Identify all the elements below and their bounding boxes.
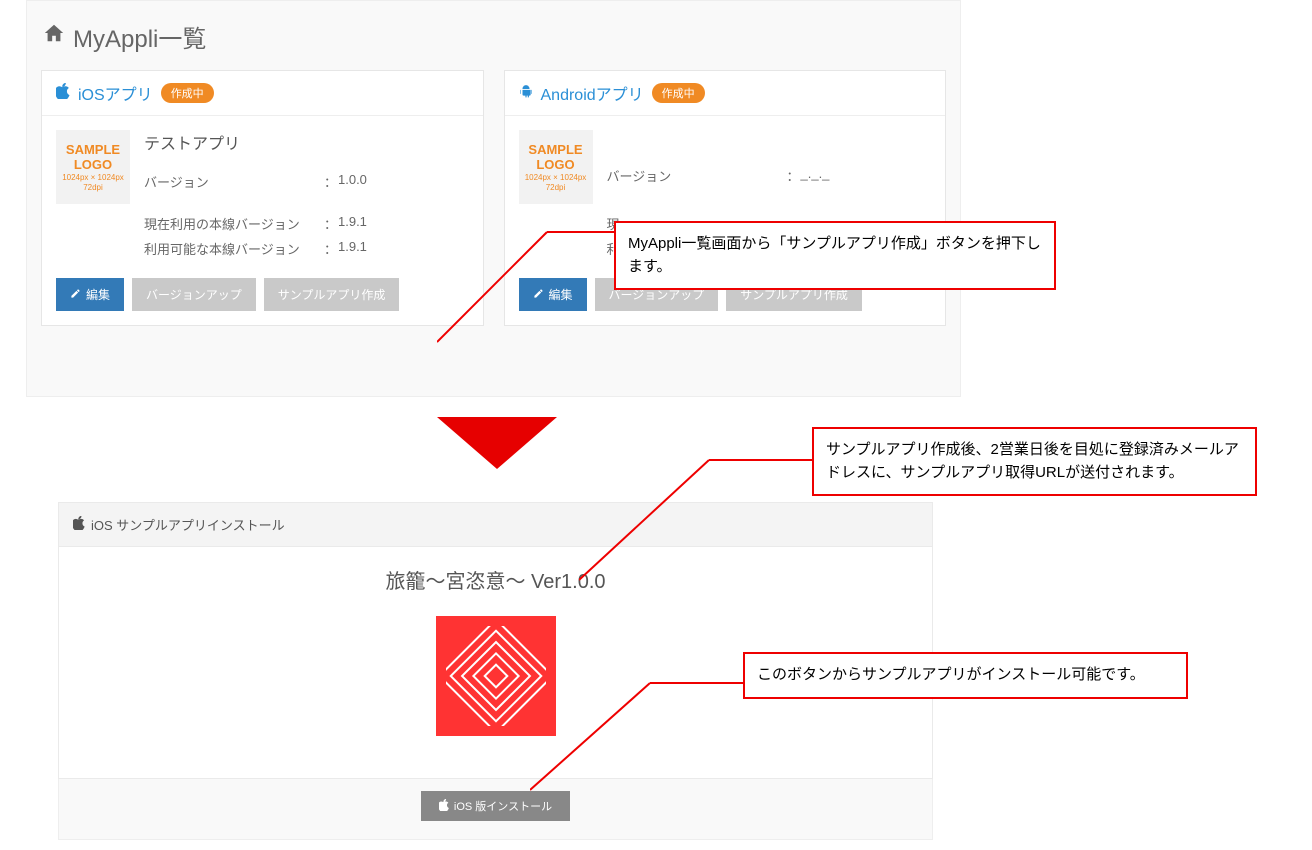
flow-arrow-down-icon: [437, 417, 557, 472]
edit-button[interactable]: 編集: [56, 278, 124, 311]
edit-button[interactable]: 編集: [519, 278, 587, 311]
pencil-icon: [533, 288, 544, 302]
android-heading-link[interactable]: Androidアプリ: [541, 81, 644, 105]
sample-logo: SAMPLE LOGO 1024px × 1024px 72dpi: [56, 130, 130, 204]
install-app-title: 旅籠～宮恣意～ Ver1.0.0: [59, 565, 932, 594]
android-icon: [519, 83, 533, 104]
current-mainline-value: 1.9.1: [338, 214, 367, 233]
ios-heading-link[interactable]: iOSアプリ: [78, 81, 153, 105]
ios-app-card: iOSアプリ 作成中 SAMPLE LOGO 1024px × 1024px 7…: [41, 70, 484, 326]
version-label: バージョン: [144, 172, 324, 191]
create-sample-app-button[interactable]: サンプルアプリ作成: [264, 278, 400, 311]
available-mainline-label: 利用可能な本線バージョン: [144, 239, 324, 258]
ios-card-header: iOSアプリ 作成中: [42, 71, 483, 116]
apple-icon: [56, 83, 70, 104]
version-label: バージョン: [607, 166, 787, 185]
app-icon: [436, 616, 556, 736]
install-panel-header: iOS サンプルアプリインストール: [58, 502, 933, 547]
available-mainline-value: 1.9.1: [338, 239, 367, 258]
myappli-list-panel: MyAppli一覧 iOSアプリ 作成中 SAMPLE LOGO: [26, 0, 961, 397]
page-title: MyAppli一覧: [43, 19, 946, 54]
callout-1: MyAppli一覧画面から「サンプルアプリ作成」ボタンを押下します。: [614, 221, 1056, 290]
callout-2: サンプルアプリ作成後、2営業日後を目処に登録済みメールアドレスに、サンプルアプリ…: [812, 427, 1257, 496]
install-panel-heading: iOS サンプルアプリインストール: [91, 515, 285, 534]
status-badge: 作成中: [161, 83, 214, 103]
app-name: テストアプリ: [144, 130, 469, 154]
version-value: 1.0.0: [338, 172, 367, 191]
version-up-button[interactable]: バージョンアップ: [132, 278, 256, 311]
apple-icon: [73, 516, 85, 533]
apple-icon: [439, 799, 449, 814]
home-icon: [43, 22, 65, 51]
ios-install-button[interactable]: iOS 版インストール: [421, 791, 570, 821]
status-badge: 作成中: [652, 83, 705, 103]
sample-logo: SAMPLE LOGO 1024px × 1024px 72dpi: [519, 130, 593, 204]
app-name: [607, 130, 932, 148]
pencil-icon: [70, 288, 81, 302]
version-value: _._._: [801, 166, 830, 185]
callout-3: このボタンからサンプルアプリがインストール可能です。: [743, 652, 1188, 699]
current-mainline-label: 現在利用の本線バージョン: [144, 214, 324, 233]
page-title-text: MyAppli一覧: [73, 19, 206, 54]
android-card-header: Androidアプリ 作成中: [505, 71, 946, 116]
